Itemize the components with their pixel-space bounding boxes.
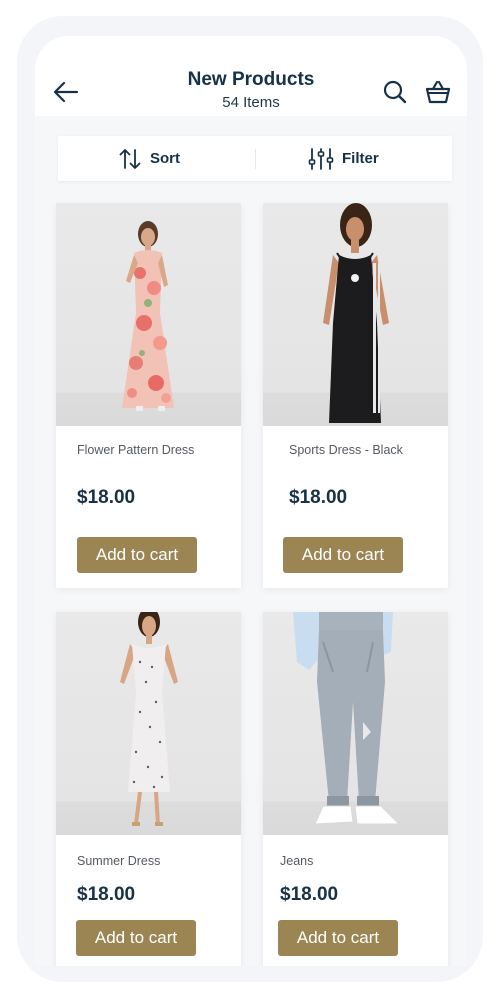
add-to-cart-button[interactable]: Add to cart	[278, 920, 398, 956]
product-card[interactable]: Jeans $18.00 Add to cart	[263, 612, 448, 966]
product-image[interactable]	[263, 612, 448, 835]
product-price: $18.00	[289, 487, 348, 508]
app-screen: New Products 54 Items Sort Filter Flower…	[35, 36, 467, 966]
product-price: $18.00	[77, 884, 136, 905]
product-image[interactable]	[56, 203, 241, 426]
search-button[interactable]	[381, 78, 409, 106]
basket-button[interactable]	[424, 78, 452, 106]
sort-filter-bar: Sort Filter	[58, 136, 452, 181]
add-to-cart-button[interactable]: Add to cart	[76, 920, 196, 956]
filter-sliders-icon	[308, 147, 334, 170]
basket-icon	[425, 80, 451, 104]
add-to-cart-button[interactable]: Add to cart	[283, 537, 403, 573]
product-name: Flower Pattern Dress	[77, 443, 195, 457]
product-price: $18.00	[280, 884, 339, 905]
product-name: Jeans	[280, 854, 314, 868]
toolbar-divider	[255, 149, 256, 169]
product-image[interactable]	[56, 612, 241, 835]
filter-label: Filter	[342, 150, 379, 167]
add-to-cart-button[interactable]: Add to cart	[77, 537, 197, 573]
product-name: Sports Dress - Black	[289, 443, 403, 457]
product-name: Summer Dress	[77, 854, 161, 868]
product-price: $18.00	[77, 487, 136, 508]
filter-button[interactable]: Filter	[308, 136, 379, 181]
product-card[interactable]: Flower Pattern Dress $18.00 Add to cart	[56, 203, 241, 588]
product-card[interactable]: Summer Dress $18.00 Add to cart	[56, 612, 241, 966]
app-header: New Products 54 Items	[35, 36, 467, 116]
sort-label: Sort	[150, 150, 180, 167]
product-image[interactable]	[263, 203, 448, 426]
product-card[interactable]: Sports Dress - Black $18.00 Add to cart	[263, 203, 448, 588]
sort-button[interactable]: Sort	[118, 136, 180, 181]
search-icon	[383, 80, 407, 104]
sort-arrows-icon	[119, 148, 141, 169]
